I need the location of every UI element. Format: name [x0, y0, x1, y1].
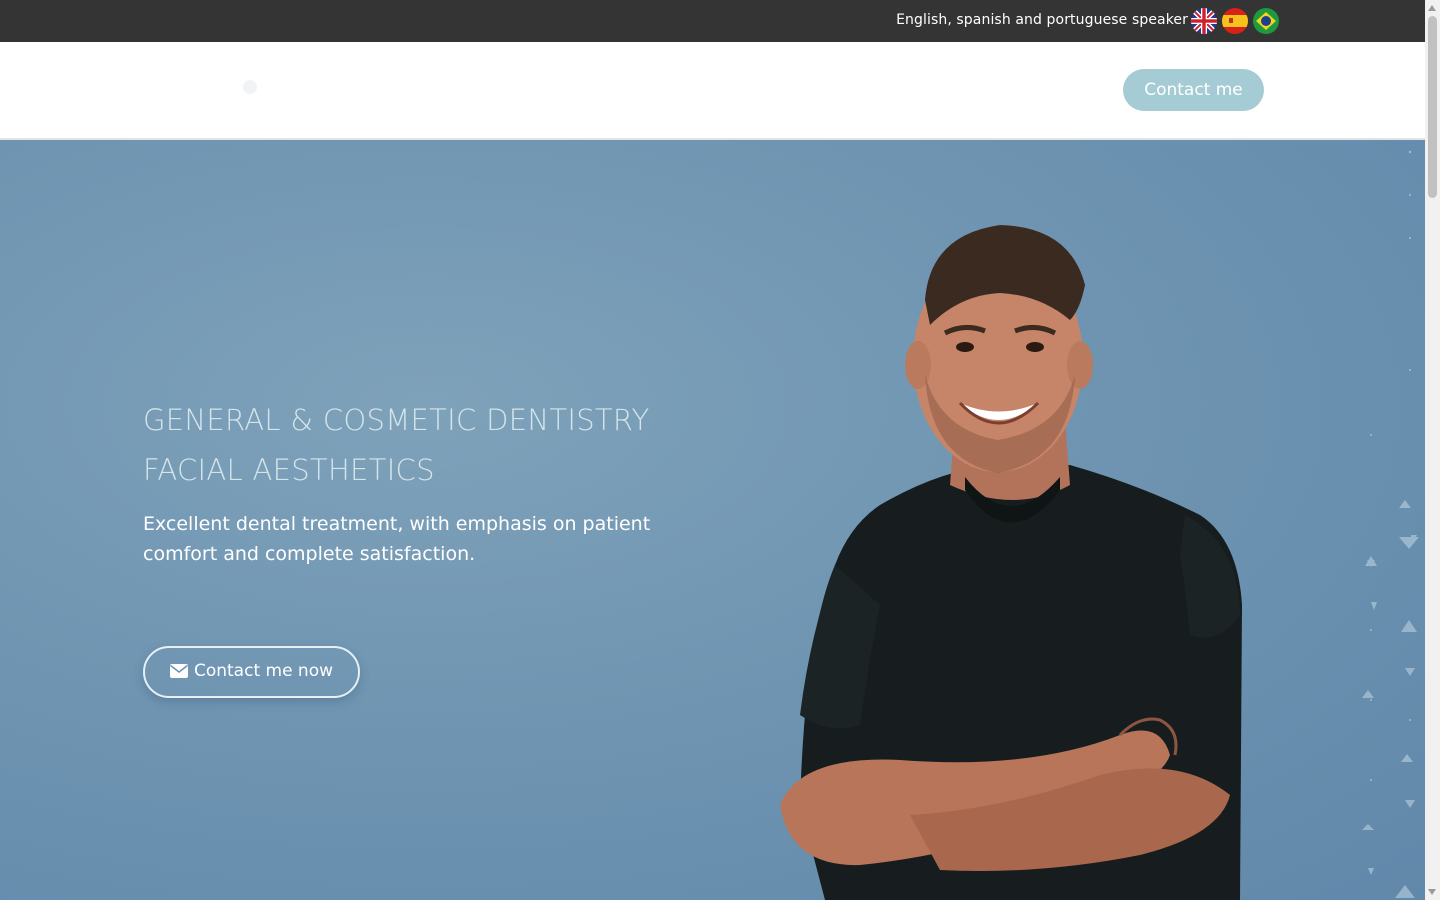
- uk-flag-icon[interactable]: [1191, 8, 1217, 34]
- spain-flag-icon[interactable]: [1222, 8, 1248, 34]
- scroll-down-arrow-icon[interactable]: [1428, 889, 1436, 895]
- dentist-portrait-image: [780, 225, 1242, 900]
- logo-mark-icon: [243, 80, 257, 94]
- page-scrollbar[interactable]: [1425, 0, 1440, 900]
- brazil-flag-icon[interactable]: [1253, 8, 1279, 34]
- site-logo[interactable]: [243, 76, 355, 100]
- hero-title-line1: GENERAL & COSMETIC DENTISTRY: [143, 403, 650, 437]
- top-bar: English, spanish and portuguese speaker: [0, 0, 1425, 42]
- contact-me-now-label: Contact me now: [193, 661, 334, 681]
- decorative-triangles: [1362, 150, 1419, 898]
- hero-title-line2: FACIAL AESTHETICS: [143, 453, 435, 487]
- contact-me-now-button[interactable]: Contact me now: [143, 646, 360, 698]
- header-contact-button[interactable]: Contact me: [1123, 69, 1264, 111]
- hero-subtitle: Excellent dental treatment, with emphasi…: [143, 513, 651, 565]
- site-header: Contact me: [0, 42, 1425, 140]
- scroll-up-arrow-icon[interactable]: [1428, 5, 1436, 11]
- envelope-icon: [169, 663, 188, 683]
- scrollbar-thumb[interactable]: [1428, 16, 1437, 198]
- hero-section: GENERAL & COSMETIC DENTISTRY FACIAL AEST…: [0, 140, 1425, 900]
- language-info-text: English, spanish and portuguese speaker: [896, 12, 1188, 28]
